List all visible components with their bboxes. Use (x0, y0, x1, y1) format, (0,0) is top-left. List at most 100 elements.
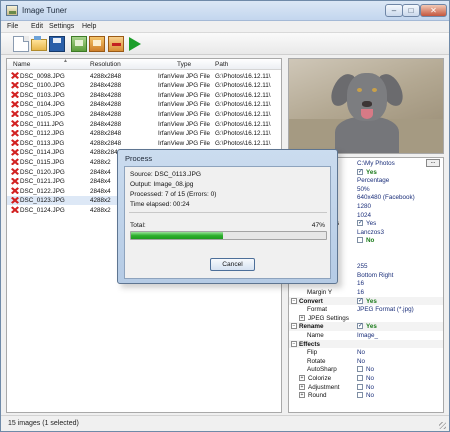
table-row[interactable]: DSC_0111.JPG 2848x4288 IrfanView JPG File G… (7, 119, 281, 129)
list-header: ▲ Name Resolution Type Path (7, 59, 281, 70)
property-value[interactable]: Image_ (357, 332, 378, 339)
property-row[interactable]: Flip No (289, 348, 443, 357)
property-row[interactable]: AutoSharp No (289, 365, 443, 374)
property-value[interactable]: 640x480 (Facebook) (357, 194, 415, 201)
file-resolution: 2848x4288 (90, 101, 122, 109)
property-label: Flip (307, 349, 318, 357)
property-label: Format (307, 306, 327, 314)
property-row[interactable]: − Effects (289, 339, 443, 349)
file-type: IrfanView JPG File (158, 91, 211, 99)
dialog-body: Source: DSC_0113.JPG Output: Image_08.jp… (124, 166, 331, 279)
property-row[interactable]: + JPEG Settings (289, 314, 443, 323)
browse-button[interactable]: ... (426, 159, 440, 167)
property-value[interactable]: No (357, 358, 365, 365)
property-row[interactable]: − Rename ✓ Yes (289, 322, 443, 331)
checkbox[interactable] (357, 375, 363, 381)
resize-grip-icon[interactable] (439, 422, 446, 429)
property-label: Effects (299, 340, 320, 348)
checkbox[interactable] (357, 237, 363, 244)
property-label: Rotate (307, 357, 326, 365)
property-value[interactable]: 1024 (357, 212, 371, 219)
percent-text: 47% (311, 222, 325, 229)
checkbox[interactable]: ✓ (357, 220, 363, 227)
checkbox[interactable]: ✓ (357, 323, 363, 330)
property-row[interactable]: Margin Y 16 (289, 288, 443, 297)
property-value[interactable]: Bottom Right (357, 272, 393, 279)
property-value[interactable]: 16 (357, 289, 364, 296)
checkbox[interactable]: ✓ (357, 168, 363, 175)
property-row[interactable]: + Adjustment No (289, 383, 443, 392)
table-row[interactable]: DSC_0100.JPG 2848x4288 IrfanView JPG File G… (7, 81, 281, 91)
add-folder-icon[interactable] (71, 36, 87, 52)
close-button[interactable]: ✕ (420, 4, 447, 17)
checkbox[interactable] (357, 366, 363, 373)
property-value[interactable]: C:\My Photos (357, 160, 395, 167)
run-icon[interactable] (129, 37, 141, 51)
expand-toggle-icon[interactable]: − (291, 323, 297, 330)
new-file-icon[interactable] (13, 36, 29, 52)
expand-toggle-icon[interactable]: − (291, 340, 297, 347)
expand-toggle-icon[interactable]: + (299, 383, 305, 390)
property-row[interactable]: Rotate No (289, 357, 443, 366)
cancel-button[interactable]: Cancel (210, 258, 255, 271)
file-path: G:\Photos\16.12.11\ (215, 120, 271, 128)
property-value[interactable]: 1280 (357, 203, 371, 210)
table-row[interactable]: DSC_0112.JPG 4288x2848 IrfanView JPG File G… (7, 129, 281, 139)
expand-toggle-icon[interactable]: + (299, 392, 305, 399)
checkbox[interactable] (357, 383, 363, 390)
toolbar (1, 33, 449, 55)
window-title: Image Tuner (22, 6, 67, 15)
file-resolution: 2848x4 (90, 168, 111, 176)
table-row[interactable]: DSC_0113.JPG 4288x2848 IrfanView JPG File G… (7, 138, 281, 148)
column-header-path[interactable]: Path (215, 61, 228, 68)
image-file-icon (11, 72, 19, 79)
menu-settings[interactable]: Settings (49, 23, 74, 30)
add-images-icon[interactable] (89, 36, 105, 52)
image-file-icon (11, 120, 19, 127)
image-file-icon (11, 100, 19, 108)
remove-images-icon[interactable] (108, 36, 124, 52)
file-path: G:\Photos\16.12.11\ (215, 130, 271, 138)
property-row[interactable]: + Round No (289, 391, 443, 400)
checkbox-label: No (366, 366, 375, 374)
property-value[interactable]: 255 (357, 263, 368, 270)
expand-toggle-icon[interactable]: + (299, 375, 305, 381)
menu-file[interactable]: File (7, 23, 18, 30)
file-type: IrfanView JPG File (158, 101, 211, 109)
save-icon[interactable] (49, 36, 65, 52)
menu-help[interactable]: Help (82, 23, 96, 30)
table-row[interactable]: DSC_0098.JPG 4288x2848 IrfanView JPG File G… (7, 71, 281, 81)
property-row[interactable]: − Convert ✓ Yes (289, 296, 443, 306)
checkbox-label: Yes (366, 297, 377, 305)
property-row[interactable]: Format JPEG Format (*.jpg) (289, 305, 443, 314)
title-bar[interactable]: Image Tuner – □ ✕ (1, 1, 449, 21)
property-value[interactable]: Percentage (357, 177, 389, 184)
menu-edit[interactable]: Edit (31, 23, 43, 30)
property-value[interactable]: Lanczos3 (357, 229, 384, 236)
expand-toggle-icon[interactable]: + (299, 314, 305, 321)
checkbox[interactable]: ✓ (357, 297, 363, 304)
file-name: DSC_0104.JPG (20, 101, 65, 109)
minimize-button[interactable]: – (385, 4, 403, 17)
property-value[interactable]: 16 (357, 280, 364, 287)
file-type: IrfanView JPG File (158, 139, 211, 147)
table-row[interactable]: DSC_0103.JPG 2848x4288 IrfanView JPG File G… (7, 90, 281, 100)
column-header-resolution[interactable]: Resolution (90, 61, 121, 68)
file-type: IrfanView JPG File (158, 72, 211, 80)
maximize-button[interactable]: □ (402, 4, 420, 17)
column-header-name[interactable]: Name (13, 61, 30, 68)
file-name: DSC_0123.JPG (20, 197, 65, 205)
file-name: DSC_0114.JPG (20, 149, 65, 157)
expand-toggle-icon[interactable]: − (291, 297, 297, 304)
property-value[interactable]: 50% (357, 186, 370, 193)
open-folder-icon[interactable] (31, 36, 47, 51)
table-row[interactable]: DSC_0104.JPG 2848x4288 IrfanView JPG File G… (7, 100, 281, 110)
property-value[interactable]: No (357, 349, 365, 356)
property-row[interactable]: + Colorize No (289, 374, 443, 383)
checkbox[interactable] (357, 392, 363, 399)
table-row[interactable]: DSC_0105.JPG 2848x4288 IrfanView JPG File G… (7, 109, 281, 119)
property-value[interactable]: JPEG Format (*.jpg) (357, 306, 414, 313)
property-row[interactable]: Name Image_ (289, 331, 443, 340)
column-header-type[interactable]: Type (177, 61, 191, 68)
app-window: Image Tuner – □ ✕ File Edit Settings Hel… (0, 0, 450, 432)
